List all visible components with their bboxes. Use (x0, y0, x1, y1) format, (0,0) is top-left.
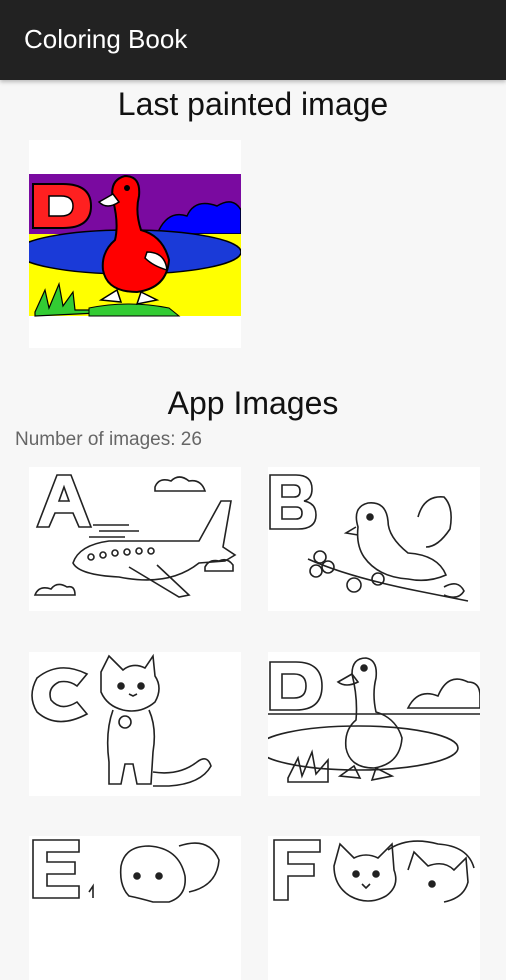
image-card-c-cat[interactable] (29, 652, 241, 796)
cat-outline-picture (31, 653, 212, 787)
colored-duck-picture (29, 140, 241, 348)
airplane-outline-picture (33, 474, 237, 598)
image-card-d-duck[interactable] (268, 652, 480, 796)
duck-outline-picture (268, 657, 480, 783)
elephant-outline-picture (32, 839, 220, 903)
last-painted-image[interactable] (29, 140, 241, 348)
bird-outline-picture (269, 474, 469, 602)
image-count: Number of images: 26 (15, 429, 202, 450)
image-card-b-bird[interactable] (268, 467, 480, 611)
app-bar: Coloring Book (0, 0, 506, 80)
fox-outline-picture (273, 839, 475, 903)
image-card-a-airplane[interactable] (29, 467, 241, 611)
image-card-e-elephant[interactable] (29, 836, 241, 980)
app-images-heading: App Images (167, 385, 339, 421)
image-card-f-fox[interactable] (268, 836, 480, 980)
app-title: Coloring Book (24, 24, 188, 54)
last-painted-heading: Last painted image (117, 86, 389, 122)
